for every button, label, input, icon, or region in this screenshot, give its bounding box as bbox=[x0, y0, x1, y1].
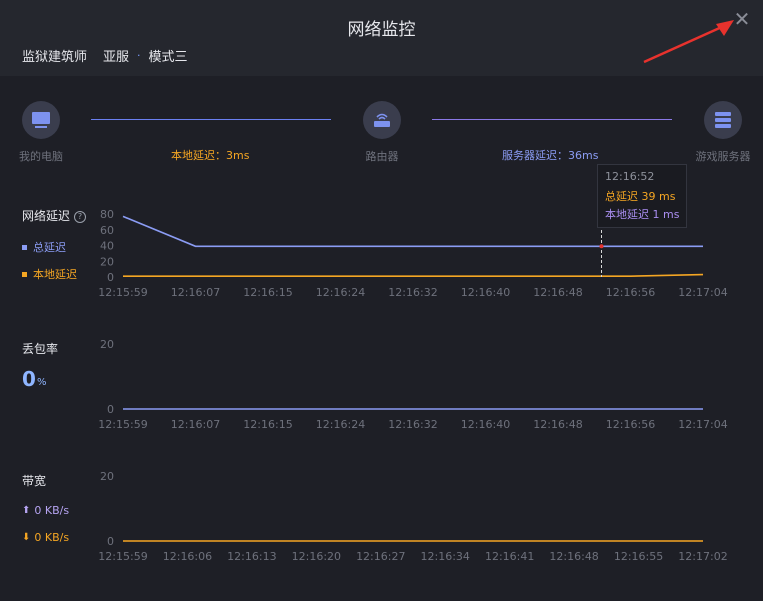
x-tick-label: 12:16:34 bbox=[421, 550, 470, 563]
x-tick-label: 12:16:24 bbox=[316, 418, 365, 431]
x-tick-label: 12:16:24 bbox=[316, 286, 365, 299]
y-tick-label: 60 bbox=[100, 224, 114, 237]
latency-chart[interactable]: 80 60 40 20 0 12:15:59 12:16:07 12:16:15 12:16:2… bbox=[0, 0, 763, 601]
x-tick-label: 12:17:02 bbox=[678, 550, 727, 563]
tooltip-local: 本地延迟 1 ms bbox=[605, 208, 680, 221]
packet-loss-label: 丢包率 bbox=[22, 342, 59, 356]
upload-value: 0 KB/s bbox=[34, 504, 70, 517]
y-tick-label: 40 bbox=[100, 240, 114, 253]
x-tick-label: 12:16:48 bbox=[549, 550, 598, 563]
x-tick-label: 12:15:59 bbox=[98, 286, 147, 299]
download-arrow-icon: ⬇ bbox=[22, 532, 31, 543]
x-tick-label: 12:16:55 bbox=[614, 550, 663, 563]
series-line bbox=[123, 273, 704, 278]
bandwidth-label: 带宽 bbox=[22, 474, 47, 488]
x-tick-label: 12:16:40 bbox=[461, 418, 510, 431]
x-tick-label: 12:16:15 bbox=[243, 418, 292, 431]
packet-loss-unit: % bbox=[37, 377, 47, 388]
x-tick-label: 12:16:48 bbox=[533, 418, 582, 431]
x-tick-label: 12:16:15 bbox=[243, 286, 292, 299]
x-tick-label: 12:16:20 bbox=[292, 550, 341, 563]
x-tick-label: 12:16:48 bbox=[533, 286, 582, 299]
y-tick-label: 80 bbox=[100, 208, 114, 221]
latency-tooltip: 12:16:52 总延迟 39 ms 本地延迟 1 ms bbox=[597, 164, 687, 228]
x-tick-label: 12:16:27 bbox=[356, 550, 405, 563]
x-tick-label: 12:16:07 bbox=[171, 418, 220, 431]
x-tick-label: 12:16:32 bbox=[388, 286, 437, 299]
x-tick-label: 12:16:32 bbox=[388, 418, 437, 431]
y-tick-label: 20 bbox=[100, 338, 114, 351]
x-tick-label: 12:16:40 bbox=[461, 286, 510, 299]
y-tick-label: 20 bbox=[100, 470, 114, 483]
upload-arrow-icon: ⬆ bbox=[22, 505, 31, 516]
download-speed: ⬇ 0 KB/s bbox=[22, 531, 69, 544]
y-tick-label: 0 bbox=[107, 535, 114, 548]
x-tick-label: 12:16:13 bbox=[227, 550, 276, 563]
tooltip-time: 12:16:52 bbox=[605, 170, 655, 183]
x-tick-label: 12:16:56 bbox=[606, 286, 655, 299]
x-tick-label: 12:15:59 bbox=[98, 550, 147, 563]
x-tick-label: 12:17:04 bbox=[678, 418, 727, 431]
x-tick-label: 12:16:56 bbox=[606, 418, 655, 431]
x-tick-label: 12:16:06 bbox=[163, 550, 212, 563]
upload-speed: ⬆ 0 KB/s bbox=[22, 504, 69, 517]
download-value: 0 KB/s bbox=[34, 531, 70, 544]
y-tick-label: 0 bbox=[107, 271, 114, 284]
x-tick-label: 12:15:59 bbox=[98, 418, 147, 431]
tooltip-total: 总延迟 39 ms bbox=[605, 190, 676, 203]
y-tick-label: 0 bbox=[107, 403, 114, 416]
packet-loss-value: 0 bbox=[22, 367, 36, 391]
x-tick-label: 12:16:07 bbox=[171, 286, 220, 299]
x-tick-label: 12:17:04 bbox=[678, 286, 727, 299]
y-tick-label: 20 bbox=[100, 255, 114, 268]
x-tick-label: 12:16:41 bbox=[485, 550, 534, 563]
hover-point bbox=[599, 244, 604, 249]
